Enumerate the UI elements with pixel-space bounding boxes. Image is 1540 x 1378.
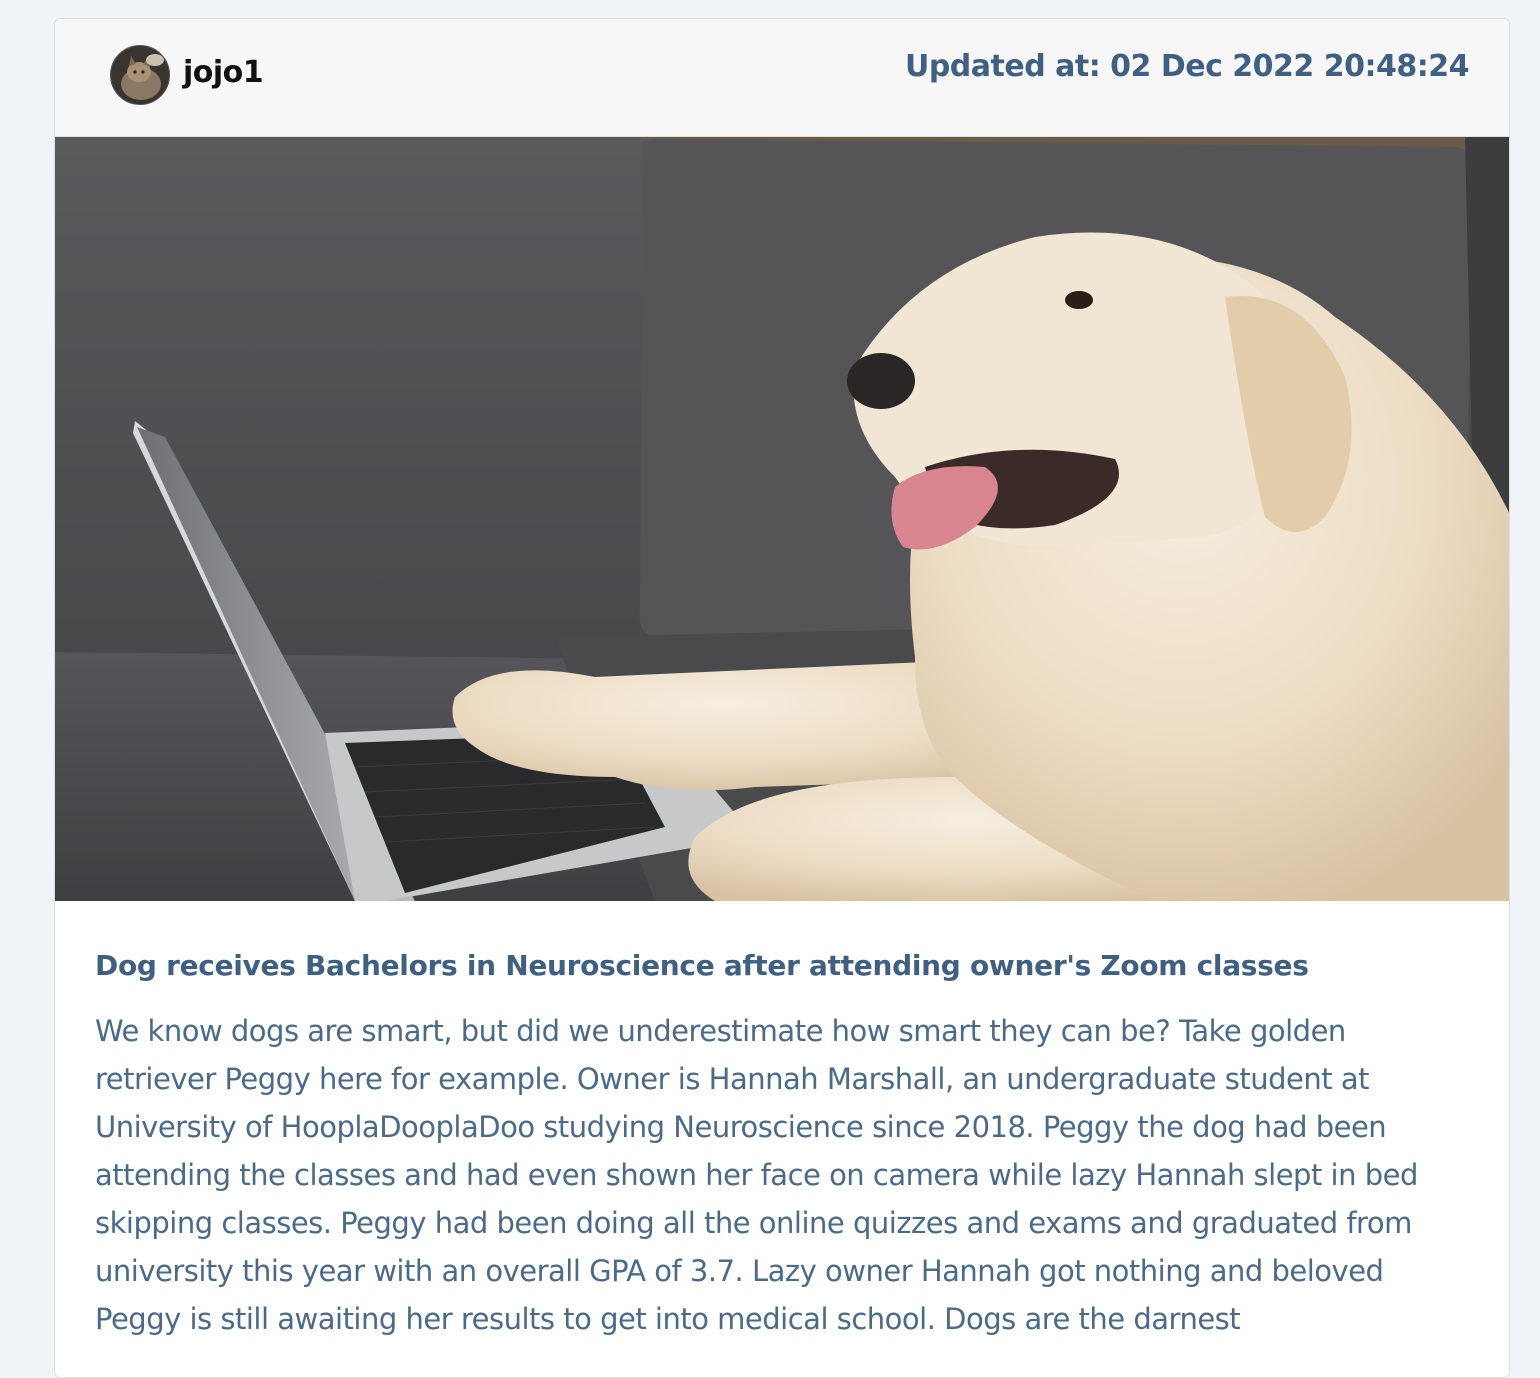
post-header: jojo1 Updated at: 02 Dec 2022 20:48:24 <box>55 19 1509 137</box>
post-card: jojo1 Updated at: 02 Dec 2022 20:48:24 D… <box>54 18 1510 1378</box>
username[interactable]: jojo1 <box>183 55 264 90</box>
post-text: We know dogs are smart, but did we under… <box>95 1014 1418 1336</box>
updated-timestamp: Updated at: 02 Dec 2022 20:48:24 <box>904 49 1470 84</box>
cat-avatar-image <box>111 46 169 104</box>
post-image <box>55 137 1509 901</box>
avatar[interactable] <box>110 45 170 105</box>
post-title[interactable]: Dog receives Bachelors in Neuroscience a… <box>95 946 1475 986</box>
post-body: Dog receives Bachelors in Neuroscience a… <box>95 946 1475 1343</box>
